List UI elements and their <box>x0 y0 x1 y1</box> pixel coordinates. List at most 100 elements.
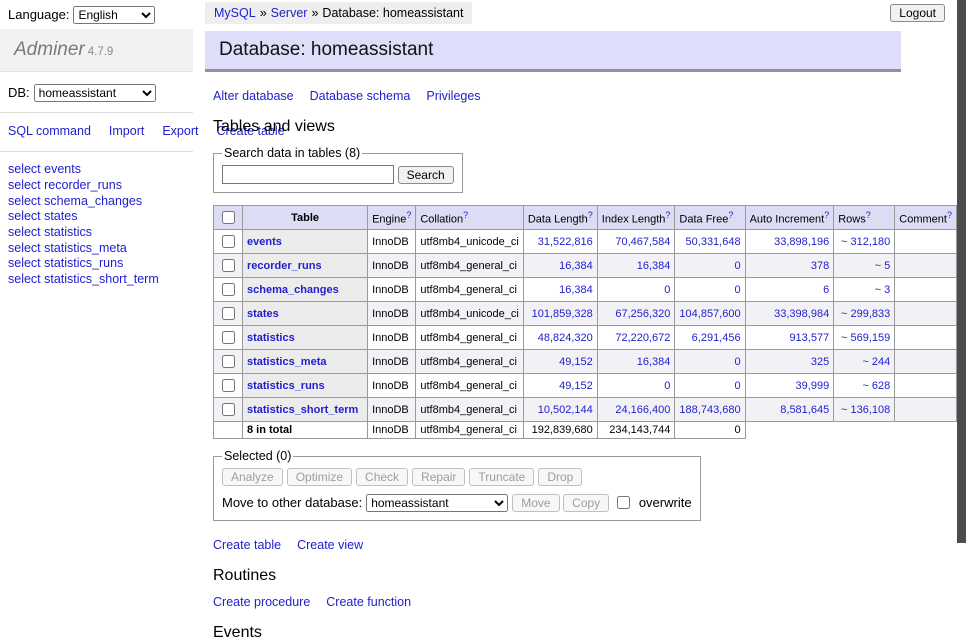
value-link-rows[interactable]: ~ 244 <box>862 356 890 368</box>
value-link-data-length[interactable]: 49,152 <box>559 380 593 392</box>
value-link-rows[interactable]: ~ 299,833 <box>841 308 890 320</box>
table-link-statistics_short_term[interactable]: statistics_short_term <box>247 404 358 416</box>
sidebar-select-schema_changes[interactable]: select schema_changes <box>8 194 185 210</box>
value-link-rows[interactable]: ~ 312,180 <box>841 236 890 248</box>
value-link-index-length[interactable]: 16,384 <box>637 356 671 368</box>
value-link-index-length[interactable]: 16,384 <box>637 260 671 272</box>
value-link-rows[interactable]: ~ 5 <box>875 260 891 272</box>
select-all-checkbox[interactable] <box>222 211 235 224</box>
search-button[interactable]: Search <box>398 166 454 184</box>
value-link-rows[interactable]: ~ 3 <box>875 284 891 296</box>
table-link-events[interactable]: events <box>247 236 282 248</box>
help-link[interactable]: ? <box>947 210 952 220</box>
vertical-scrollbar[interactable] <box>957 0 966 543</box>
value-link-index-length[interactable]: 70,467,584 <box>615 236 670 248</box>
help-link[interactable]: ? <box>824 210 829 220</box>
value-link-index-length[interactable]: 67,256,320 <box>615 308 670 320</box>
row-checkbox[interactable] <box>222 403 235 416</box>
value-link-data-free[interactable]: 0 <box>734 356 740 368</box>
row-checkbox[interactable] <box>222 307 235 320</box>
value-link-data-length[interactable]: 16,384 <box>559 284 593 296</box>
value-link-auto-increment[interactable]: 33,898,196 <box>774 236 829 248</box>
value-link-data-free[interactable]: 50,331,648 <box>686 236 741 248</box>
value-link-auto-increment[interactable]: 39,999 <box>796 380 830 392</box>
drop-button[interactable]: Drop <box>538 468 582 486</box>
value-link-rows[interactable]: ~ 136,108 <box>841 404 890 416</box>
value-link-data-length[interactable]: 48,824,320 <box>538 332 593 344</box>
table-link-statistics[interactable]: statistics <box>247 332 295 344</box>
overwrite-checkbox[interactable] <box>617 496 630 509</box>
table-link-statistics_meta[interactable]: statistics_meta <box>247 356 327 368</box>
value-link-data-length[interactable]: 10,502,144 <box>538 404 593 416</box>
value-link-index-length[interactable]: 24,166,400 <box>615 404 670 416</box>
sidebar-select-states[interactable]: select states <box>8 209 185 225</box>
value-link-rows[interactable]: ~ 569,159 <box>841 332 890 344</box>
check-button[interactable]: Check <box>356 468 408 486</box>
search-input[interactable] <box>222 165 394 184</box>
sidebar-select-statistics_short_term[interactable]: select statistics_short_term <box>8 272 185 288</box>
language-select[interactable]: English <box>73 6 155 24</box>
value-link-data-length[interactable]: 31,522,816 <box>538 236 593 248</box>
link-create-procedure[interactable]: Create procedure <box>213 595 310 609</box>
link-privileges[interactable]: Privileges <box>426 89 480 103</box>
link-alter-database[interactable]: Alter database <box>213 89 294 103</box>
value-link-data-free[interactable]: 0 <box>734 284 740 296</box>
help-link[interactable]: ? <box>665 210 670 220</box>
value-link-data-length[interactable]: 101,859,328 <box>532 308 593 320</box>
sidebar-link-sql-command[interactable]: SQL command <box>8 124 91 138</box>
truncate-button[interactable]: Truncate <box>469 468 534 486</box>
repair-button[interactable]: Repair <box>412 468 465 486</box>
value-link-data-free[interactable]: 188,743,680 <box>679 404 740 416</box>
analyze-button[interactable]: Analyze <box>222 468 283 486</box>
copy-button[interactable]: Copy <box>563 494 609 512</box>
row-checkbox[interactable] <box>222 259 235 272</box>
value-link-data-free[interactable]: 0 <box>734 380 740 392</box>
value-link-auto-increment[interactable]: 33,398,984 <box>774 308 829 320</box>
value-link-data-free[interactable]: 6,291,456 <box>692 332 741 344</box>
value-link-auto-increment[interactable]: 6 <box>823 284 829 296</box>
value-link-auto-increment[interactable]: 325 <box>811 356 829 368</box>
value-link-auto-increment[interactable]: 913,577 <box>789 332 829 344</box>
link-database-schema[interactable]: Database schema <box>310 89 411 103</box>
table-link-recorder_runs[interactable]: recorder_runs <box>247 260 322 272</box>
db-select[interactable]: homeassistant <box>34 84 156 102</box>
optimize-button[interactable]: Optimize <box>287 468 352 486</box>
value-link-index-length[interactable]: 72,220,672 <box>615 332 670 344</box>
breadcrumb-item[interactable]: Server <box>271 6 308 20</box>
table-link-schema_changes[interactable]: schema_changes <box>247 284 339 296</box>
sidebar-select-events[interactable]: select events <box>8 162 185 178</box>
sidebar-select-recorder_runs[interactable]: select recorder_runs <box>8 178 185 194</box>
help-link[interactable]: ? <box>463 210 468 220</box>
value-link-data-length[interactable]: 16,384 <box>559 260 593 272</box>
sidebar-select-statistics_meta[interactable]: select statistics_meta <box>8 241 185 257</box>
breadcrumb-item[interactable]: MySQL <box>214 6 256 20</box>
row-checkbox[interactable] <box>222 379 235 392</box>
help-link[interactable]: ? <box>406 210 411 220</box>
value-link-auto-increment[interactable]: 8,581,645 <box>780 404 829 416</box>
value-link-data-free[interactable]: 104,857,600 <box>679 308 740 320</box>
sidebar-link-import[interactable]: Import <box>109 124 144 138</box>
help-link[interactable]: ? <box>728 210 733 220</box>
logout-button[interactable]: Logout <box>890 4 945 22</box>
value-link-rows[interactable]: ~ 628 <box>862 380 890 392</box>
table-link-states[interactable]: states <box>247 308 279 320</box>
sidebar-select-statistics_runs[interactable]: select statistics_runs <box>8 256 185 272</box>
value-link-data-free[interactable]: 0 <box>734 260 740 272</box>
row-checkbox[interactable] <box>222 355 235 368</box>
row-checkbox[interactable] <box>222 331 235 344</box>
value-link-auto-increment[interactable]: 378 <box>811 260 829 272</box>
value-link-data-length[interactable]: 49,152 <box>559 356 593 368</box>
sidebar-select-statistics[interactable]: select statistics <box>8 225 185 241</box>
help-link[interactable]: ? <box>588 210 593 220</box>
row-checkbox[interactable] <box>222 283 235 296</box>
link-create-table[interactable]: Create table <box>213 538 281 552</box>
table-link-statistics_runs[interactable]: statistics_runs <box>247 380 325 392</box>
link-create-view[interactable]: Create view <box>297 538 363 552</box>
move-database-select[interactable]: homeassistant <box>366 494 508 512</box>
move-button[interactable]: Move <box>512 494 559 512</box>
link-create-function[interactable]: Create function <box>326 595 411 609</box>
row-checkbox[interactable] <box>222 235 235 248</box>
value-link-index-length[interactable]: 0 <box>664 284 670 296</box>
value-link-index-length[interactable]: 0 <box>664 380 670 392</box>
help-link[interactable]: ? <box>866 210 871 220</box>
